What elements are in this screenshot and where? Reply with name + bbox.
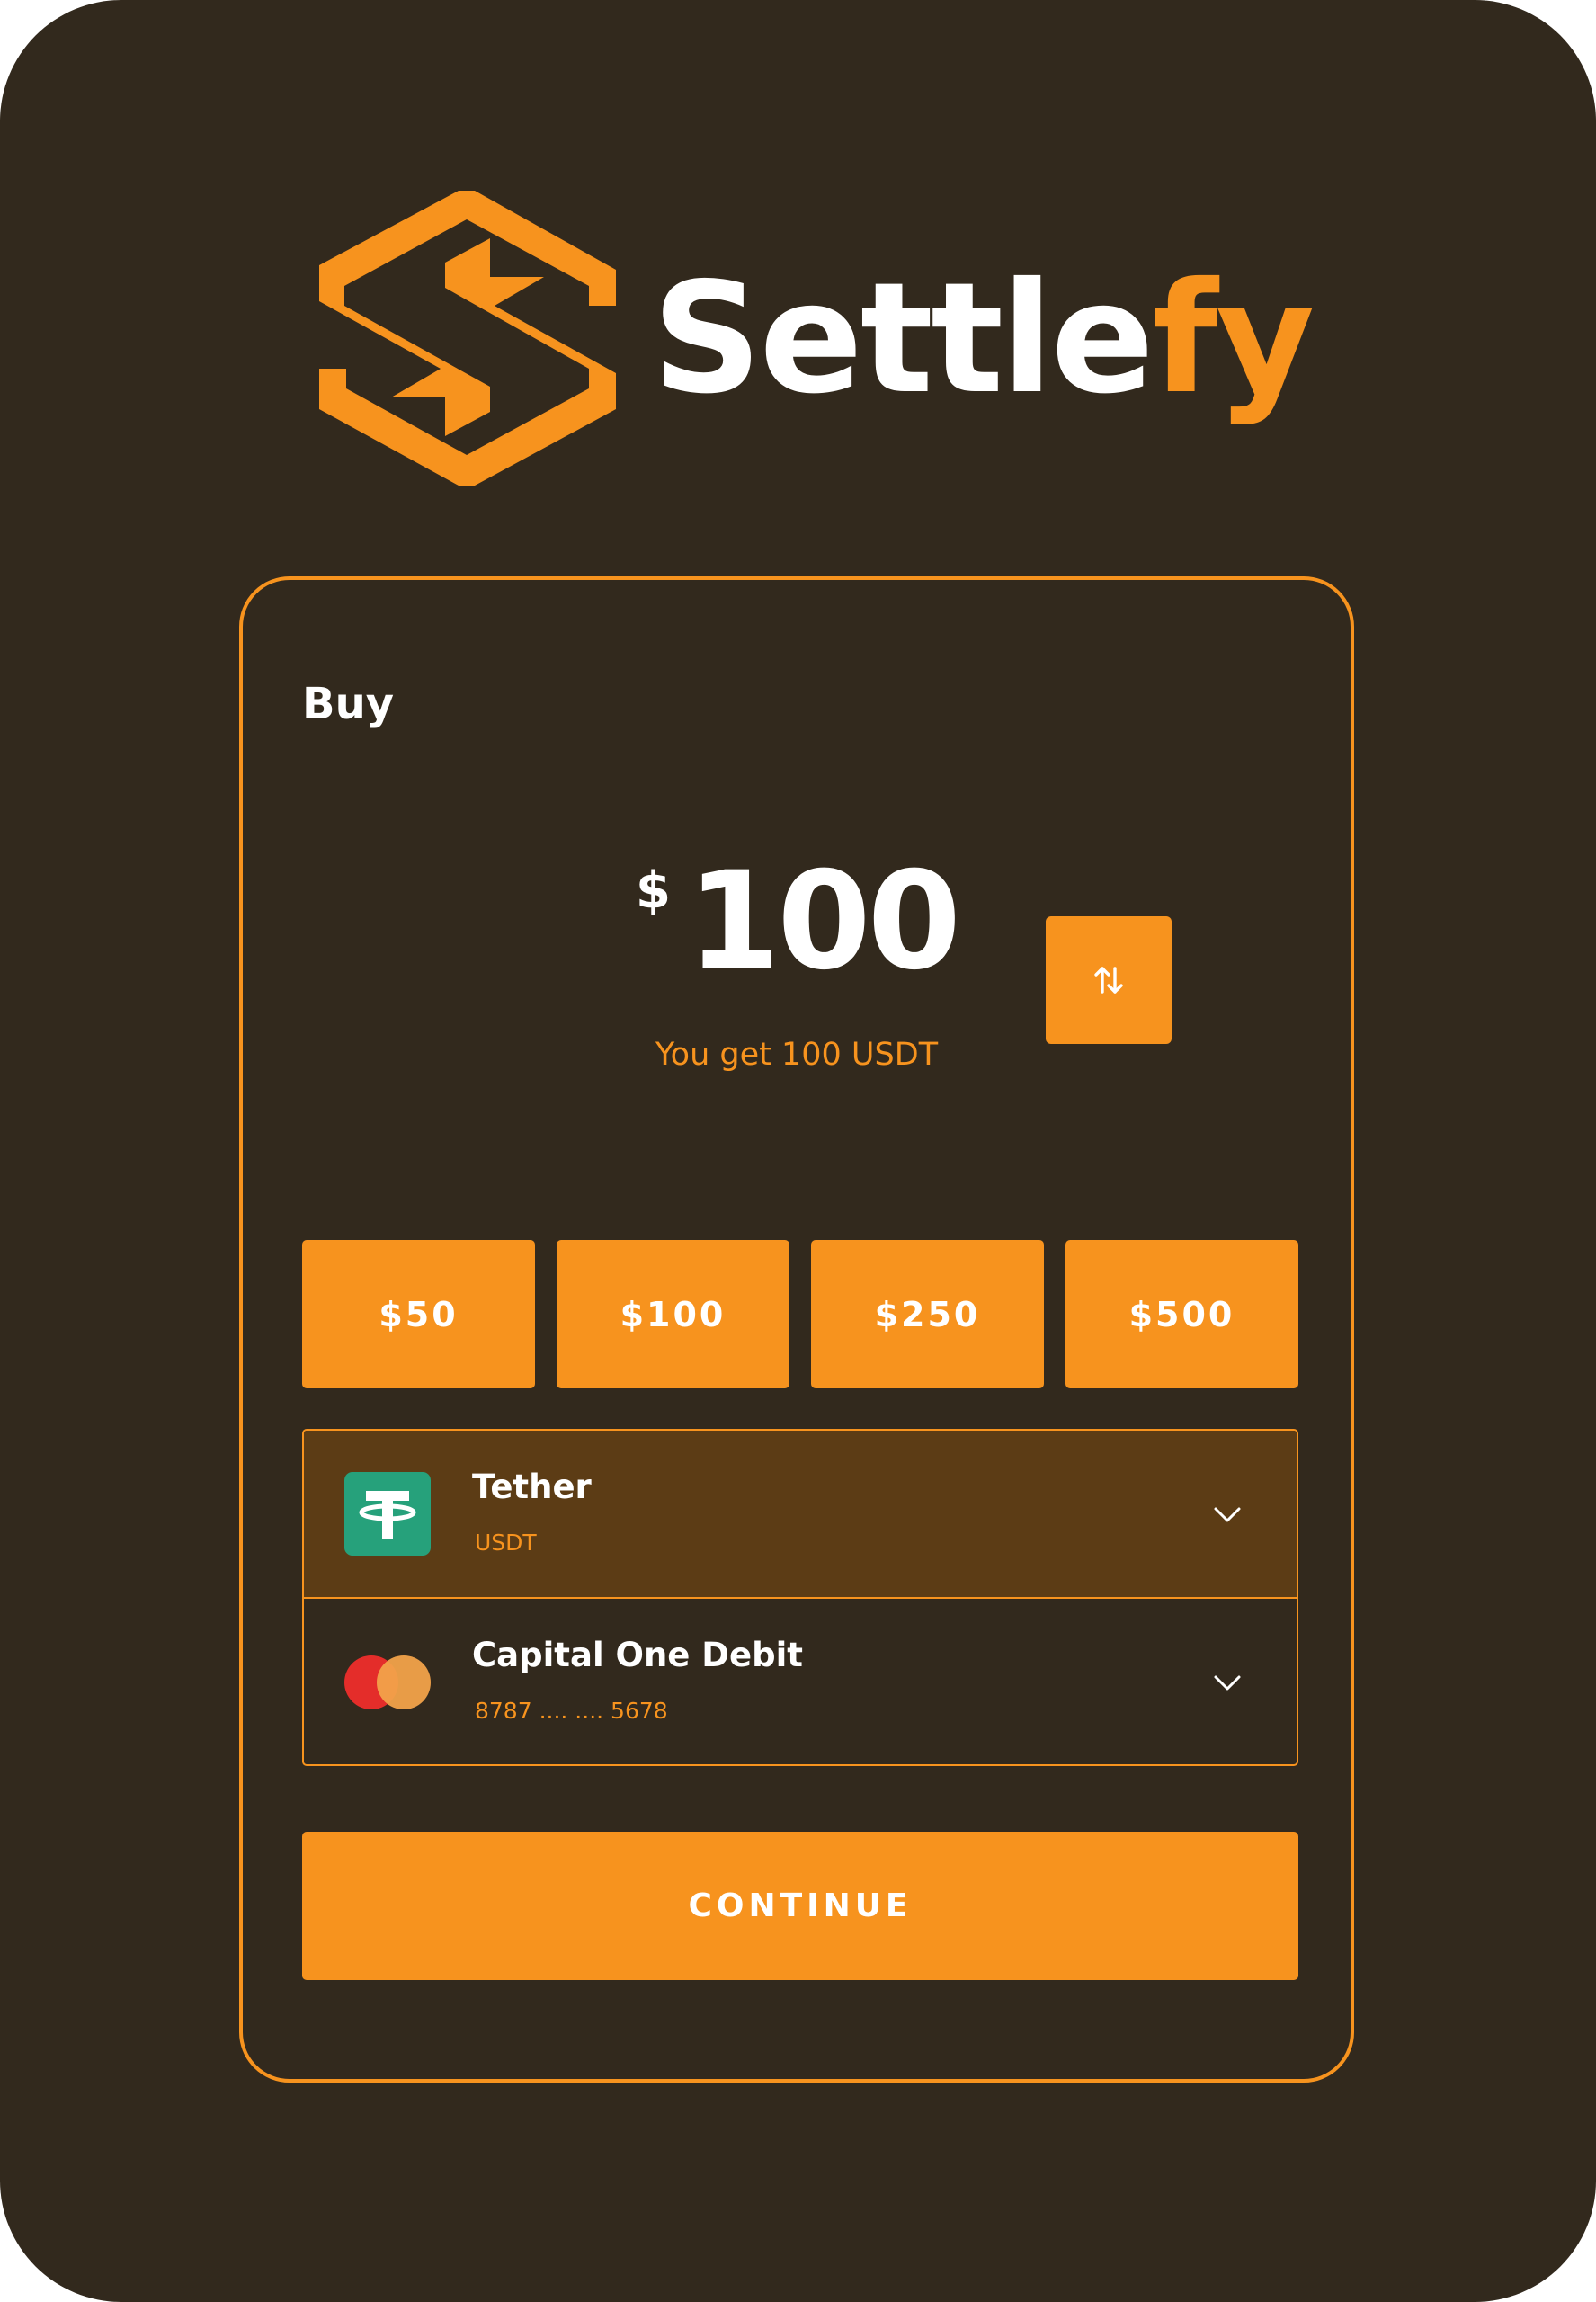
buy-card: Buy $100 You get 100 USDT $50 $100 $250 … bbox=[239, 576, 1354, 2083]
preset-button-500[interactable]: $500 bbox=[1065, 1240, 1298, 1388]
asset-ticker: USDT bbox=[475, 1530, 537, 1556]
brand-wordmark: Settlefy bbox=[652, 263, 1315, 415]
selector-group: Tether USDT Capital One Debit 8787 .... … bbox=[302, 1429, 1298, 1766]
preset-button-100[interactable]: $100 bbox=[557, 1240, 789, 1388]
brand-wordmark-part1: Settle bbox=[652, 250, 1155, 428]
continue-button[interactable]: CONTINUE bbox=[302, 1832, 1298, 1980]
payment-method-name: Capital One Debit bbox=[472, 1636, 803, 1674]
preset-button-250[interactable]: $250 bbox=[811, 1240, 1044, 1388]
swap-currency-button[interactable] bbox=[1046, 916, 1172, 1044]
receive-amount-text: You get 100 USDT bbox=[655, 1037, 939, 1073]
preset-amounts: $50 $100 $250 $500 bbox=[302, 1240, 1298, 1388]
chevron-down-icon bbox=[1214, 1675, 1241, 1691]
amount-value: 100 bbox=[686, 843, 961, 1000]
mastercard-icon bbox=[344, 1655, 431, 1709]
app-window: Settlefy Buy $100 You get 100 USDT $50 $… bbox=[0, 0, 1596, 2302]
brand-logo: Settlefy bbox=[319, 189, 1315, 486]
amount-display[interactable]: $100 bbox=[243, 850, 1351, 994]
preset-button-50[interactable]: $50 bbox=[302, 1240, 535, 1388]
asset-name: Tether bbox=[472, 1468, 592, 1506]
swap-vertical-icon bbox=[1094, 967, 1123, 994]
exchange-hexagon-logo-icon bbox=[319, 191, 616, 486]
payment-card-number: 8787 .... .... 5678 bbox=[475, 1698, 668, 1724]
asset-selector[interactable]: Tether USDT bbox=[304, 1431, 1297, 1598]
brand-wordmark-part2: fy bbox=[1151, 250, 1315, 428]
tether-icon bbox=[344, 1472, 431, 1556]
payment-method-selector[interactable]: Capital One Debit 8787 .... .... 5678 bbox=[304, 1599, 1297, 1764]
chevron-down-icon bbox=[1214, 1507, 1241, 1522]
card-title: Buy bbox=[302, 679, 395, 729]
currency-symbol: $ bbox=[635, 861, 671, 920]
